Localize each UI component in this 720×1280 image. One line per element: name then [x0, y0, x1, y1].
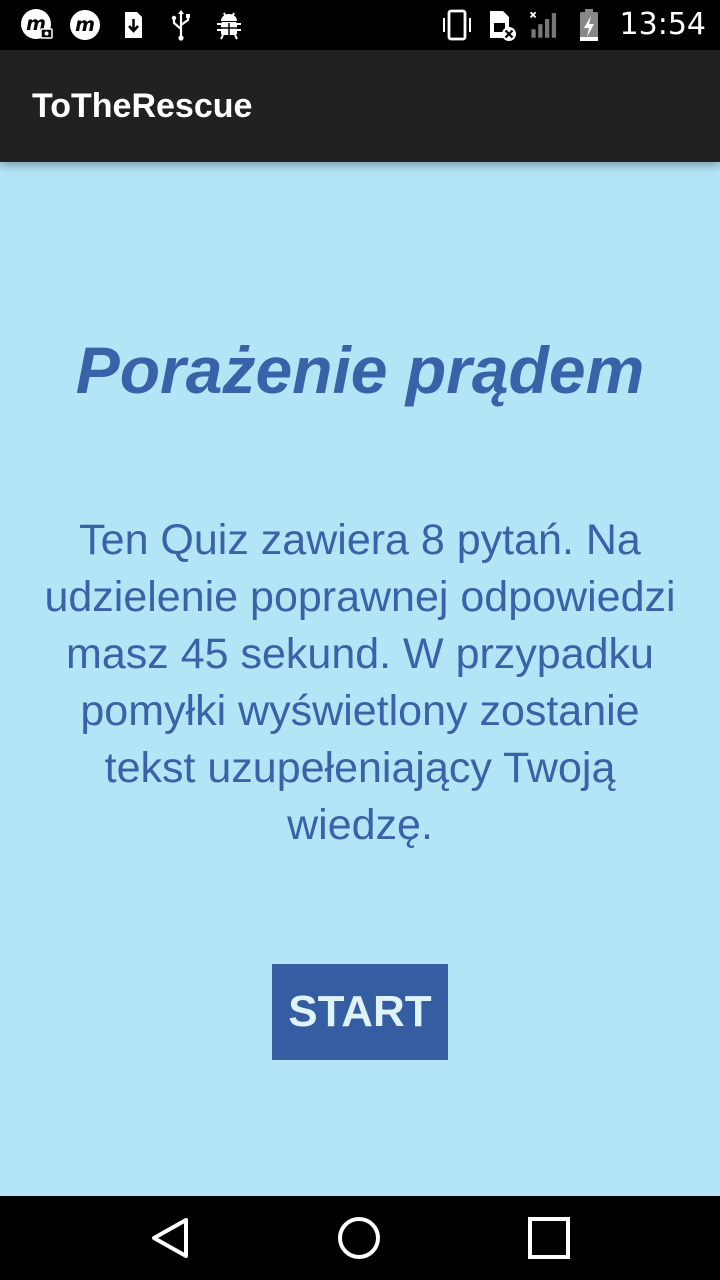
signal-icon [529, 11, 556, 38]
back-icon [152, 1218, 188, 1258]
recents-icon [528, 1217, 570, 1259]
sim-no-service-icon [489, 11, 516, 41]
home-icon [338, 1217, 380, 1259]
quiz-title: Porażenie prądem [75, 333, 645, 407]
app-bar: ToTheRescue [0, 50, 720, 162]
vibrate-icon [442, 9, 471, 41]
app-title: ToTheRescue [32, 87, 253, 125]
usb-icon [171, 10, 190, 41]
status-bar-notifications: m m [20, 6, 246, 44]
sim-download-icon [125, 12, 142, 38]
battery-charging-icon [579, 9, 598, 41]
navigation-bar [0, 1196, 720, 1280]
status-time: 13:54 [619, 7, 706, 42]
android-debug-icon [217, 12, 241, 40]
svg-text:m: m [75, 14, 95, 36]
quiz-description: Ten Quiz zawiera 8 pytań. Na udzielenie … [44, 516, 676, 849]
start-button[interactable]: START [272, 964, 448, 1060]
m-camera-icon: m [21, 9, 53, 39]
m-app-icon: m [70, 10, 100, 40]
status-bar-system: 13:54 [440, 6, 706, 44]
back-button[interactable] [110, 1196, 230, 1280]
quiz-intro-screen: Porażenie prądem Ten Quiz zawiera 8 pyta… [0, 162, 720, 1196]
home-button[interactable] [299, 1196, 419, 1280]
status-bar: m m 13:54 [0, 0, 720, 50]
recents-button[interactable] [489, 1196, 609, 1280]
